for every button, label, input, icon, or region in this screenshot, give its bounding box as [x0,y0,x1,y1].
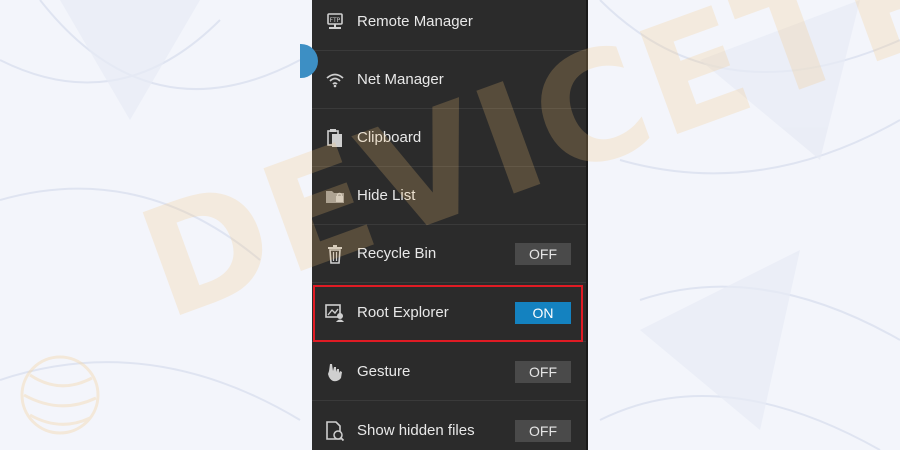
menu-item-label: Root Explorer [357,304,449,321]
wifi-icon [324,69,346,91]
gesture-hand-icon [324,361,346,383]
menu-item-net-manager[interactable]: Net Manager [312,51,586,109]
menu-item-clipboard[interactable]: Clipboard [312,109,586,167]
trash-icon [324,243,346,265]
menu-item-label: Hide List [357,187,416,204]
side-menu-panel: FTP Remote Manager Net Manager Clipboard… [312,0,588,450]
hide-list-folder-icon [324,185,346,207]
menu-item-gesture[interactable]: Gesture OFF [312,343,586,401]
watermark-logo [20,355,100,435]
menu-item-label: Remote Manager [357,13,473,30]
menu-item-label: Clipboard [357,129,422,146]
hidden-files-icon [324,420,346,442]
root-explorer-icon [324,302,346,324]
menu-item-root-explorer[interactable]: Root Explorer ON [312,284,586,342]
menu-item-recycle-bin[interactable]: Recycle Bin OFF [312,225,586,283]
clipboard-icon [324,127,346,149]
svg-text:FTP: FTP [330,17,341,24]
menu-item-label: Net Manager [357,71,444,88]
menu-item-remote-manager[interactable]: FTP Remote Manager [312,0,586,51]
menu-item-hide-list[interactable]: Hide List [312,167,586,225]
recycle-bin-toggle[interactable]: OFF [515,242,571,265]
menu-item-label: Show hidden files [357,422,475,439]
menu-item-label: Gesture [357,363,411,380]
remote-manager-icon: FTP [324,11,346,33]
root-explorer-toggle[interactable]: ON [515,301,571,324]
gesture-toggle[interactable]: OFF [515,360,571,383]
menu-item-label: Recycle Bin [357,245,437,262]
show-hidden-files-toggle[interactable]: OFF [515,419,571,442]
menu-item-show-hidden-files[interactable]: Show hidden files OFF [312,402,586,450]
